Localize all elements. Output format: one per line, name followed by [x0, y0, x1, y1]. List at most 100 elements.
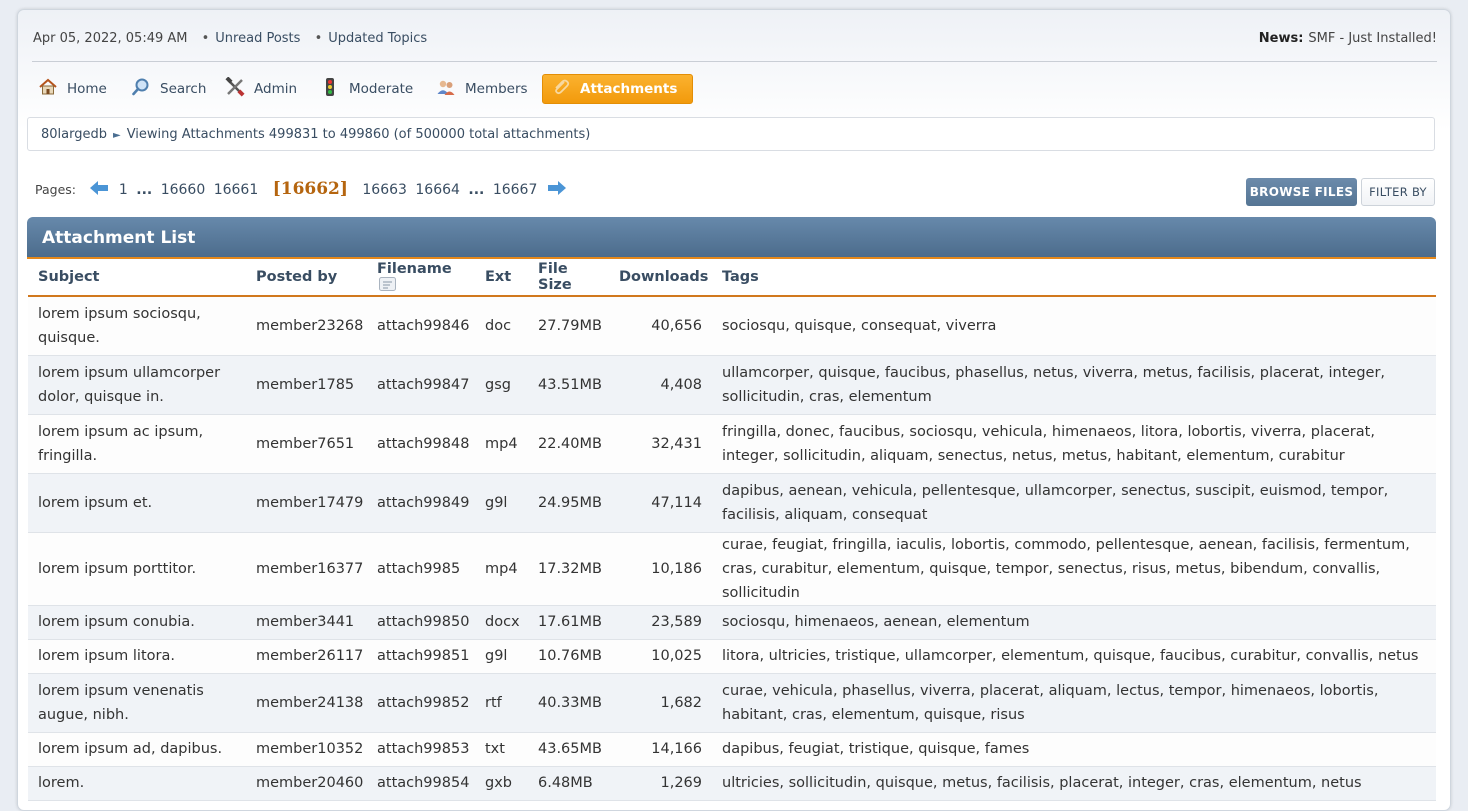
cell-file-size: 17.61MB [528, 605, 609, 640]
filter-by-button[interactable]: FILTER BY [1361, 178, 1435, 206]
column-header-file-size[interactable]: File Size [528, 259, 609, 297]
cell-downloads: 32,431 [609, 414, 712, 474]
cell-posted-by[interactable]: member10352 [246, 732, 367, 767]
cell-file-size: 43.65MB [528, 732, 609, 767]
cell-file-size: 22.40MB [528, 414, 609, 474]
cell-subject[interactable]: lorem ipsum porttitor. [28, 532, 246, 606]
cell-filename[interactable]: attach9985 [367, 532, 475, 606]
search-icon [132, 78, 149, 96]
top-info-bar: Apr 05, 2022, 05:49 AM • Unread Posts • Up… [32, 31, 1437, 62]
cell-subject[interactable]: lorem ipsum conubia. [28, 605, 246, 640]
cell-downloads: 23,589 [609, 605, 712, 640]
cell-posted-by[interactable]: member17479 [246, 473, 367, 533]
cell-posted-by[interactable]: member20460 [246, 766, 367, 801]
cell-ext: txt [475, 732, 528, 767]
cell-downloads: 14,166 [609, 732, 712, 767]
menu-home-label: Home [67, 81, 107, 97]
breadcrumb-forum-link[interactable]: 80largedb [41, 127, 107, 142]
column-header-ext[interactable]: Ext [475, 259, 528, 297]
page-link[interactable]: 16667 [493, 182, 538, 198]
cell-posted-by[interactable]: member23268 [246, 296, 367, 356]
traffic-light-icon [326, 78, 334, 96]
current-page: [16662] [272, 179, 348, 199]
cell-file-size: 24.95MB [528, 473, 609, 533]
menu-home[interactable]: Home [30, 75, 115, 103]
cell-filename[interactable]: attach99854 [367, 766, 475, 801]
page-link[interactable]: 16661 [214, 182, 259, 198]
members-icon [437, 80, 455, 95]
page-link[interactable]: 16663 [362, 182, 407, 198]
cell-filename[interactable]: attach99852 [367, 673, 475, 733]
cell-subject[interactable]: lorem ipsum sociosqu, quisque. [28, 296, 246, 356]
page-link[interactable]: 16660 [161, 182, 206, 198]
cell-ext: mp4 [475, 414, 528, 474]
forum-wrapper: Apr 05, 2022, 05:49 AM • Unread Posts • Up… [17, 9, 1451, 811]
page-ellipsis[interactable]: ... [468, 182, 484, 198]
table-row: lorem. member20460 attach99854 gxb 6.48MB 1,2… [28, 766, 1436, 801]
cell-subject[interactable]: lorem ipsum litora. [28, 639, 246, 674]
cell-subject[interactable]: lorem ipsum et. [28, 473, 246, 533]
cell-ext: docx [475, 605, 528, 640]
cell-file-size: 40.33MB [528, 673, 609, 733]
cell-subject[interactable]: lorem. [28, 766, 246, 801]
table-row: lorem ipsum ad, dapibus. member10352 attac… [28, 732, 1436, 767]
breadcrumb-current: Viewing Attachments 499831 to 499860 (of… [126, 127, 591, 142]
current-date: Apr 05, 2022, 05:49 AM [33, 31, 188, 46]
cell-posted-by[interactable]: member3441 [246, 605, 367, 640]
menu-attachments[interactable]: Attachments [542, 74, 694, 104]
menu-search-label: Search [160, 81, 207, 97]
cell-posted-by[interactable]: member16377 [246, 532, 367, 606]
page-link[interactable]: 1 [119, 182, 128, 198]
column-header-filename[interactable]: Filename [367, 259, 475, 297]
news-text: SMF - Just Installed! [1308, 31, 1437, 46]
page-link[interactable]: 16664 [415, 182, 460, 198]
cell-posted-by[interactable]: member7651 [246, 414, 367, 474]
cell-subject[interactable]: lorem ipsum ac ipsum, fringilla. [28, 414, 246, 474]
paperclip-icon [555, 79, 570, 95]
cell-filename[interactable]: attach99846 [367, 296, 475, 356]
pagination: Pages: 1 ... 16660 16661 [16662] 16663 1… [35, 176, 570, 202]
cell-posted-by[interactable]: member1785 [246, 355, 367, 415]
column-header-downloads[interactable]: Downloads [609, 259, 712, 297]
cell-ext: mp4 [475, 532, 528, 606]
cell-filename[interactable]: attach99850 [367, 605, 475, 640]
cell-filename[interactable]: attach99851 [367, 639, 475, 674]
updated-topics-link[interactable]: Updated Topics [328, 31, 427, 46]
page-ellipsis[interactable]: ... [136, 182, 152, 198]
news-label: News: [1258, 31, 1304, 46]
sort-icon[interactable] [379, 277, 396, 291]
cell-tags: dapibus, aenean, vehicula, pellentesque,… [712, 473, 1436, 533]
cell-ext: gxb [475, 766, 528, 801]
menu-admin[interactable]: Admin [217, 75, 305, 103]
cell-filename[interactable]: attach99849 [367, 473, 475, 533]
column-header-posted-by[interactable]: Posted by [246, 259, 367, 297]
cell-tags: dapibus, feugiat, tristique, quisque, fa… [712, 732, 1436, 767]
table-row: lorem ipsum venenatis augue, nibh. member… [28, 673, 1436, 733]
table-header-row: Subject Posted by Filename Ext File Size… [28, 259, 1436, 297]
cell-filename[interactable]: attach99848 [367, 414, 475, 474]
table-row: lorem ipsum ac ipsum, fringilla. member76… [28, 414, 1436, 474]
cell-subject[interactable]: lorem ipsum venenatis augue, nibh. [28, 673, 246, 733]
cell-filename[interactable]: attach99853 [367, 732, 475, 767]
table-row: lorem ipsum conubia. member3441 attach9985… [28, 605, 1436, 640]
cell-tags: sociosqu, himenaeos, aenean, elementum [712, 605, 1436, 640]
home-icon [39, 78, 57, 95]
column-header-subject[interactable]: Subject [28, 259, 246, 297]
cell-subject[interactable]: lorem ipsum ullamcorper dolor, quisque i… [28, 355, 246, 415]
browse-files-button[interactable]: BROWSE FILES [1246, 178, 1357, 206]
cell-posted-by[interactable]: member24138 [246, 673, 367, 733]
cell-file-size: 10.76MB [528, 639, 609, 674]
cell-subject[interactable]: lorem ipsum ad, dapibus. [28, 732, 246, 767]
menu-moderate[interactable]: Moderate [312, 75, 421, 103]
unread-posts-link[interactable]: Unread Posts [215, 31, 300, 46]
menu-search[interactable]: Search [123, 75, 214, 103]
previous-page-icon[interactable] [89, 180, 109, 196]
cell-tags: fringilla, donec, faucibus, sociosqu, ve… [712, 414, 1436, 474]
table-row: lorem ipsum ullamcorper dolor, quisque i… [28, 355, 1436, 415]
next-page-icon[interactable] [547, 180, 567, 196]
cell-posted-by[interactable]: member26117 [246, 639, 367, 674]
attachment-table: Subject Posted by Filename Ext File Size… [28, 259, 1436, 801]
cell-filename[interactable]: attach99847 [367, 355, 475, 415]
cell-file-size: 17.32MB [528, 532, 609, 606]
menu-members[interactable]: Members [428, 75, 536, 103]
